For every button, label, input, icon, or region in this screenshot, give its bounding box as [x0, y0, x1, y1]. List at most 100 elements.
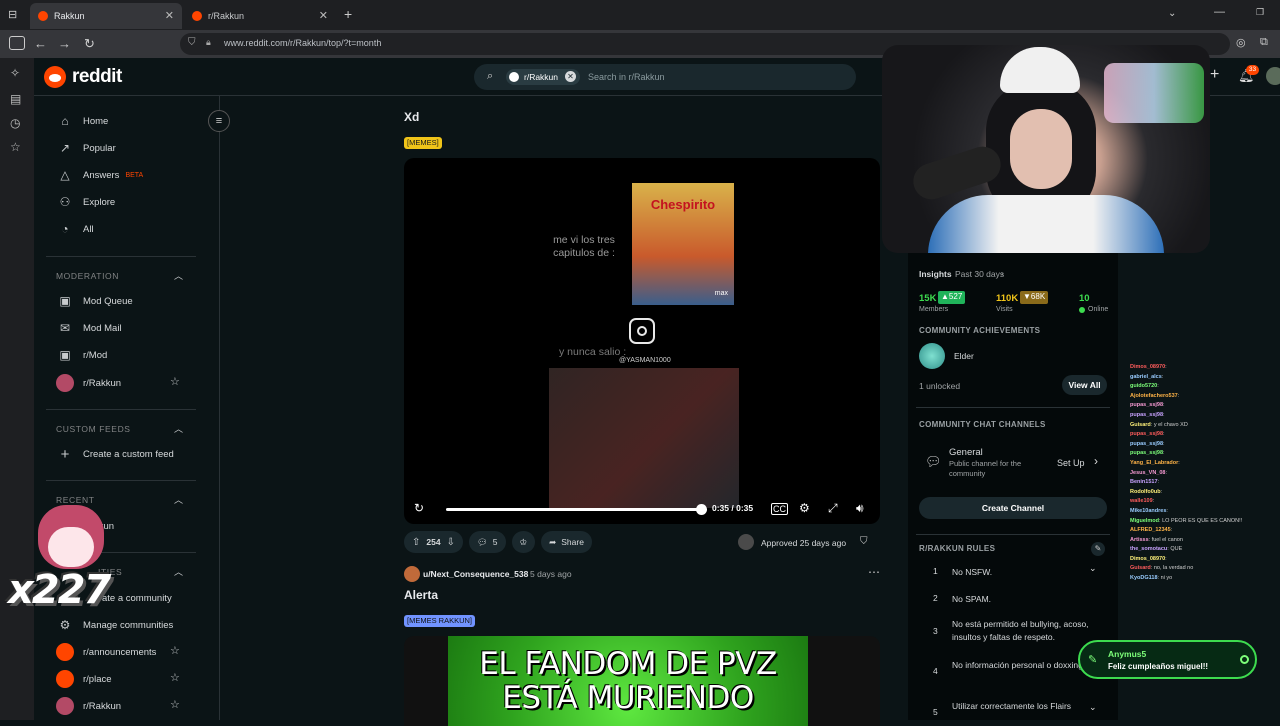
replay-icon[interactable]: ↻ [414, 501, 424, 515]
manage-communities-button[interactable]: ⚙ Manage communities [56, 615, 174, 635]
post-title[interactable]: Xd [404, 110, 419, 124]
favorites-icon[interactable]: ☆ [10, 140, 21, 154]
rule-number: 4 [933, 666, 938, 676]
divider [46, 256, 196, 257]
award-icon: ♔ [519, 536, 528, 547]
star-icon[interactable]: ☆ [170, 698, 180, 711]
sidebar-item-explore[interactable]: ⚇ Explore [56, 192, 116, 212]
sidebar-item-r-mod[interactable]: ▣ r/Mod [56, 345, 107, 365]
rule-text[interactable]: No NSFW. [952, 566, 1092, 579]
back-icon[interactable]: ← [34, 36, 47, 51]
sidebar-item-mod-mail[interactable]: ✉ Mod Mail [56, 318, 122, 338]
chevron-up-icon[interactable]: ︿ [174, 269, 183, 282]
sidebar-item-label: All [83, 223, 94, 235]
post-title[interactable]: Alerta [404, 588, 438, 602]
sidebar-toggle-icon[interactable] [9, 36, 25, 50]
create-community-button[interactable]: ate a community [102, 588, 172, 608]
chevron-down-icon[interactable]: ⌄ [1089, 563, 1097, 574]
tab-rakkun[interactable]: Rakkun ✕ [30, 3, 182, 29]
chevron-up-icon[interactable]: ︿ [174, 493, 183, 506]
close-tab-icon[interactable]: ✕ [165, 9, 174, 22]
chat-text: : fuel el canon [1148, 536, 1183, 543]
volume-icon[interactable]: 🔊︎ [856, 501, 864, 516]
chevron-up-icon[interactable]: ︿ [174, 422, 183, 435]
set-up-button[interactable]: Set Up [1057, 458, 1085, 468]
clear-chip-icon[interactable]: ✕ [565, 71, 577, 82]
star-icon[interactable]: ☆ [170, 644, 180, 657]
star-icon[interactable]: ☆ [170, 375, 180, 388]
captions-icon[interactable]: CC [771, 503, 788, 515]
chat-username: Dimos_08970 [1130, 555, 1166, 562]
sidebar-item-all[interactable]: ◔ All [56, 219, 94, 239]
minimize-icon[interactable]: — [1214, 6, 1225, 18]
chevron-right-icon[interactable]: › [1094, 454, 1098, 468]
video-player[interactable]: me vi los tres capitulos de : Chespirito… [404, 158, 880, 524]
create-channel-button[interactable]: Create Channel [919, 497, 1107, 519]
downvote-icon[interactable]: ⇩ [447, 537, 455, 548]
puzzle-icon[interactable]: ⧉ [1260, 36, 1268, 49]
reddit-logo[interactable]: reddit [44, 66, 122, 88]
tab-r-rakkun[interactable]: r/Rakkun ✕ [184, 3, 336, 29]
settings-gear-icon[interactable]: ⚙ [799, 501, 810, 515]
insights-range[interactable]: Past 30 days [955, 269, 1004, 279]
mod-shield-icon[interactable]: ⛉ [860, 536, 868, 547]
share-button[interactable]: ➦ Share [541, 531, 592, 553]
edit-icon[interactable]: ✎ [1091, 542, 1105, 556]
chat-message: Jesus_VN_08: [1130, 470, 1280, 480]
chevron-down-icon[interactable]: ⌄ [1089, 702, 1097, 713]
sidebar-item-place[interactable]: r/place [56, 669, 112, 689]
sidebar-item-popular[interactable]: ↗ Popular [56, 138, 116, 158]
collections-icon[interactable]: ▤ [10, 92, 21, 106]
reload-icon[interactable]: ↻ [84, 36, 95, 52]
rule-text[interactable]: No está permitido el bullying, acoso, in… [952, 618, 1102, 644]
search-input[interactable]: ⌕ r/Rakkun ✕ Search in r/Rakkun [474, 64, 856, 90]
chat-text: : y el chavo XD [1150, 421, 1188, 428]
members-delta-value: 527 [948, 292, 963, 301]
sidebar-item-mod-queue[interactable]: ▣ Mod Queue [56, 291, 132, 311]
award-button[interactable]: ♔ [511, 531, 536, 553]
close-tab-icon[interactable]: ✕ [319, 9, 328, 22]
create-custom-feed-button[interactable]: + Create a custom feed [56, 444, 174, 464]
avatar[interactable] [1266, 67, 1280, 85]
fullscreen-icon[interactable]: ⤢ [828, 501, 838, 516]
insights-label[interactable]: Insights [919, 269, 952, 279]
tab-actions-icon[interactable]: ⊟ [8, 8, 17, 21]
history-icon[interactable]: ◷ [10, 116, 20, 130]
sidebar-item-home[interactable]: ⌂ Home [56, 111, 108, 131]
search-scope-chip[interactable]: r/Rakkun ✕ [506, 69, 581, 85]
rule-text[interactable]: No SPAM. [952, 593, 1092, 606]
moderation-heading: MODERATION [56, 271, 119, 281]
post-flair[interactable]: [MEMES RAKKUN] [404, 615, 476, 627]
sidebar-item-rakkun[interactable]: r/Rakkun [56, 696, 121, 716]
ai-sparkle-icon[interactable]: ✧ [10, 66, 20, 80]
rule-text[interactable]: Utilizar correctamente los Flairs [952, 700, 1092, 713]
chat-text: : [1163, 402, 1165, 409]
channel-name[interactable]: General [949, 447, 983, 458]
star-icon[interactable]: ☆ [170, 671, 180, 684]
sidebar-item-label: Home [83, 115, 109, 127]
view-all-button[interactable]: View All [1062, 375, 1107, 395]
alert-message: Feliz cumpleaños miguel!! [1108, 662, 1209, 671]
vote-pill[interactable]: ⇧ 254 ⇩ [404, 531, 463, 553]
sidebar-item-announcements[interactable]: r/announcements [56, 642, 156, 662]
comments-button[interactable]: 💬︎ 5 [468, 531, 506, 553]
create-post-icon[interactable]: + [1210, 66, 1219, 84]
chevron-up-icon[interactable]: ︿ [174, 565, 183, 578]
rule-text[interactable]: No información personal o doxxing. [952, 659, 1092, 672]
video-progress-bar[interactable] [446, 504, 707, 515]
chat-username: Guisard [1130, 421, 1151, 428]
more-options-icon[interactable]: ⋯ [868, 565, 880, 579]
new-tab-button[interactable]: + [344, 6, 352, 22]
maximize-icon[interactable]: ❐ [1256, 7, 1264, 18]
post-flair[interactable]: [MEMES] [404, 137, 442, 149]
sidebar-item-r-rakkun[interactable]: r/Rakkun [56, 373, 121, 393]
post-author[interactable]: u/Next_Consequence_538 [423, 569, 528, 579]
forward-icon[interactable]: → [58, 36, 71, 51]
members-delta: ▲527 [938, 291, 966, 304]
comment-count: 5 [492, 537, 498, 547]
post-image[interactable]: EL FANDOM DE PVZ ESTÁ MURIENDO [404, 636, 880, 726]
sidebar-item-answers[interactable]: △ Answers BETA [56, 165, 143, 185]
tab-search-icon[interactable]: ⌄ [1168, 8, 1176, 19]
extensions-icon[interactable]: ◎ [1236, 36, 1246, 49]
upvote-icon[interactable]: ⇧ [412, 537, 420, 548]
